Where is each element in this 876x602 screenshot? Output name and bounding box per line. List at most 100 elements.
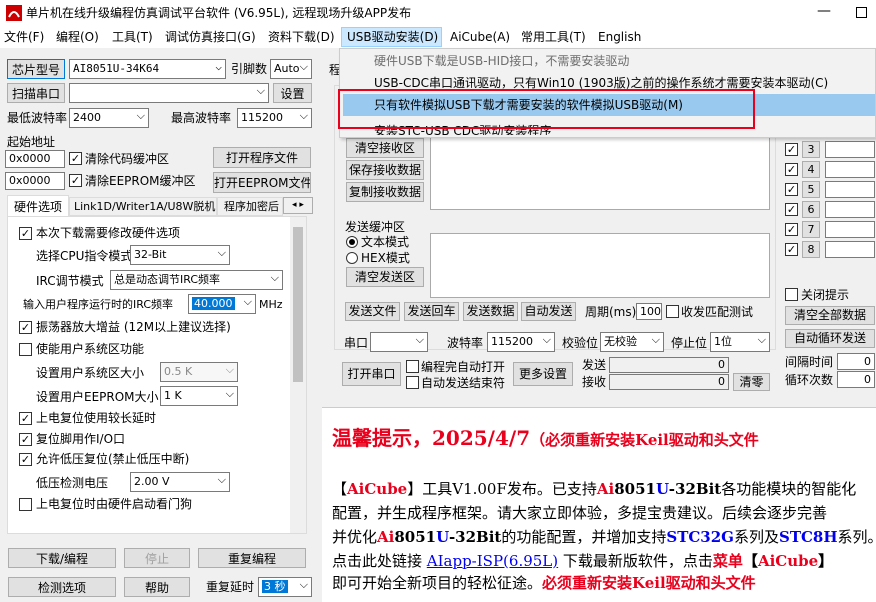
match-test-checkbox[interactable] <box>666 305 679 318</box>
row-button[interactable]: 8 <box>802 241 820 258</box>
send-buffer[interactable] <box>430 233 770 298</box>
period-input[interactable]: 100 <box>636 303 662 320</box>
row-button[interactable]: 5 <box>802 181 820 198</box>
p4-aicube[interactable]: AiCube <box>758 552 818 570</box>
check-options-button[interactable]: 检测选项 <box>8 577 116 597</box>
stop-bits-select[interactable]: 1位 <box>710 332 770 352</box>
reset-pin-io-checkbox[interactable]: ✓ <box>19 433 32 446</box>
pin-count-select[interactable]: Auto <box>270 59 312 79</box>
options-scrollbar[interactable] <box>290 217 306 533</box>
hex-mode-radio[interactable] <box>346 252 358 264</box>
menu-aicube[interactable]: AiCube(A) <box>450 29 510 45</box>
row-input[interactable] <box>825 161 875 178</box>
serial-port-select[interactable] <box>370 332 428 352</box>
send-file-button[interactable]: 发送文件 <box>345 302 400 321</box>
aiapp-isp-link[interactable]: AIapp-ISP(6.95L) <box>427 552 558 570</box>
lvd-select[interactable]: 2.00 V <box>130 472 230 492</box>
watchdog-checkbox[interactable] <box>19 498 32 511</box>
row-input[interactable] <box>825 181 875 198</box>
tab-hardware[interactable]: 硬件选项 <box>7 195 69 217</box>
scan-port-button[interactable]: 扫描串口 <box>7 83 65 103</box>
row-button[interactable]: 3 <box>802 141 820 158</box>
maximize-button[interactable] <box>856 7 867 18</box>
port-settings-button[interactable]: 设置 <box>273 83 312 103</box>
auto-open-checkbox[interactable] <box>406 360 419 373</box>
port-select[interactable] <box>69 83 269 103</box>
modify-options-checkbox[interactable]: ✓ <box>19 227 32 240</box>
menu-common-tools[interactable]: 常用工具(T) <box>521 29 586 45</box>
tab-offline[interactable]: Link1D/Writer1A/U8W脱机 <box>69 197 217 216</box>
max-baud-select[interactable]: 115200 <box>237 108 312 128</box>
more-settings-button[interactable]: 更多设置 <box>513 362 573 386</box>
code-address-input[interactable]: 0x0000 <box>5 150 65 168</box>
repeat-delay-select[interactable]: 3 秒 <box>258 577 312 597</box>
interval-input[interactable]: 0 <box>837 353 875 370</box>
irc-mode-select[interactable]: 总是动态调节IRC频率 <box>110 270 283 290</box>
row-checkbox[interactable]: ✓ <box>785 183 798 196</box>
aicube-link[interactable]: AiCube <box>347 480 407 498</box>
clear-send-button[interactable]: 清空发送区 <box>346 267 424 287</box>
menu-program[interactable]: 编程(O) <box>56 29 99 45</box>
send-data-button[interactable]: 发送数据 <box>463 302 518 321</box>
help-button[interactable]: 帮助 <box>124 577 190 597</box>
clear-eeprom-checkbox[interactable]: ✓ <box>69 174 82 187</box>
row-button[interactable]: 4 <box>802 161 820 178</box>
auto-send-button[interactable]: 自动发送 <box>521 302 576 321</box>
auto-loop-button[interactable]: 自动循环发送 <box>785 329 875 348</box>
parity-select[interactable]: 无校验 <box>600 332 664 352</box>
minimize-button[interactable]: — <box>817 3 831 19</box>
text-mode-radio[interactable] <box>346 236 358 248</box>
auto-send-end-checkbox[interactable] <box>406 376 419 389</box>
user-sys-area-checkbox[interactable] <box>19 343 32 356</box>
clear-count-button[interactable]: 清零 <box>733 373 770 391</box>
stop-button[interactable]: 停止 <box>124 548 190 568</box>
open-eeprom-file-button[interactable]: 打开EEPROM文件 <box>213 172 311 193</box>
loop-count-input[interactable]: 0 <box>837 371 875 388</box>
eeprom-size-select[interactable]: 1 K <box>160 386 238 406</box>
open-port-button[interactable]: 打开串口 <box>342 362 401 386</box>
save-receive-button[interactable]: 保存接收数据 <box>346 160 424 180</box>
row-input[interactable] <box>825 201 875 218</box>
menu-download[interactable]: 资料下载(D) <box>268 29 335 45</box>
row-checkbox[interactable]: ✓ <box>785 143 798 156</box>
tab-scroll-arrows[interactable]: ◂ ▸ <box>283 197 313 214</box>
clear-code-checkbox[interactable]: ✓ <box>69 152 82 165</box>
open-program-file-button[interactable]: 打开程序文件 <box>213 147 311 168</box>
clear-receive-button[interactable]: 清空接收区 <box>346 138 424 158</box>
cpu-mode-select[interactable]: 32-Bit <box>130 245 230 265</box>
eeprom-address-input[interactable]: 0x0000 <box>5 172 65 190</box>
row-checkbox[interactable]: ✓ <box>785 163 798 176</box>
low-voltage-reset-checkbox[interactable]: ✓ <box>19 453 32 466</box>
close-tip-checkbox[interactable] <box>785 288 798 301</box>
baud-select[interactable]: 115200 <box>487 332 555 352</box>
long-delay-checkbox[interactable]: ✓ <box>19 412 32 425</box>
row-label: 4 <box>807 163 815 176</box>
row-input[interactable] <box>825 241 875 258</box>
copy-receive-button[interactable]: 复制接收数据 <box>346 182 424 202</box>
row-checkbox[interactable]: ✓ <box>785 223 798 236</box>
menu-tools[interactable]: 工具(T) <box>112 29 153 45</box>
sys-size-select[interactable]: 0.5 K <box>160 362 238 382</box>
tab-encryption[interactable]: 程序加密后 <box>217 197 283 216</box>
reprogram-button[interactable]: 重复编程 <box>198 548 306 568</box>
chip-model-button[interactable]: 芯片型号 <box>7 59 65 79</box>
dropdown-item-hid[interactable]: 硬件USB下载是USB-HID接口，不需要安装驱动 <box>374 53 629 69</box>
row-input[interactable] <box>825 141 875 158</box>
osc-gain-checkbox[interactable]: ✓ <box>19 321 32 334</box>
chip-model-select[interactable]: AI8051U-34K64 <box>69 59 226 79</box>
menu-debug[interactable]: 调试仿真接口(G) <box>165 29 256 45</box>
menu-file[interactable]: 文件(F) <box>4 29 44 45</box>
clear-all-button[interactable]: 清空全部数据 <box>785 306 875 325</box>
row-button[interactable]: 6 <box>802 201 820 218</box>
min-baud-select[interactable]: 2400 <box>69 108 149 128</box>
options-scroll-thumb[interactable] <box>293 227 303 382</box>
menu-english[interactable]: English <box>598 29 641 45</box>
menu-usb-driver[interactable]: USB驱动安装(D) <box>347 29 438 45</box>
send-return-button[interactable]: 发送回车 <box>404 302 459 321</box>
download-program-button[interactable]: 下载/编程 <box>8 548 116 568</box>
irc-freq-select[interactable]: 40.000 <box>188 294 256 314</box>
row-input[interactable] <box>825 221 875 238</box>
row-checkbox[interactable]: ✓ <box>785 203 798 216</box>
row-checkbox[interactable]: ✓ <box>785 243 798 256</box>
row-button[interactable]: 7 <box>802 221 820 238</box>
